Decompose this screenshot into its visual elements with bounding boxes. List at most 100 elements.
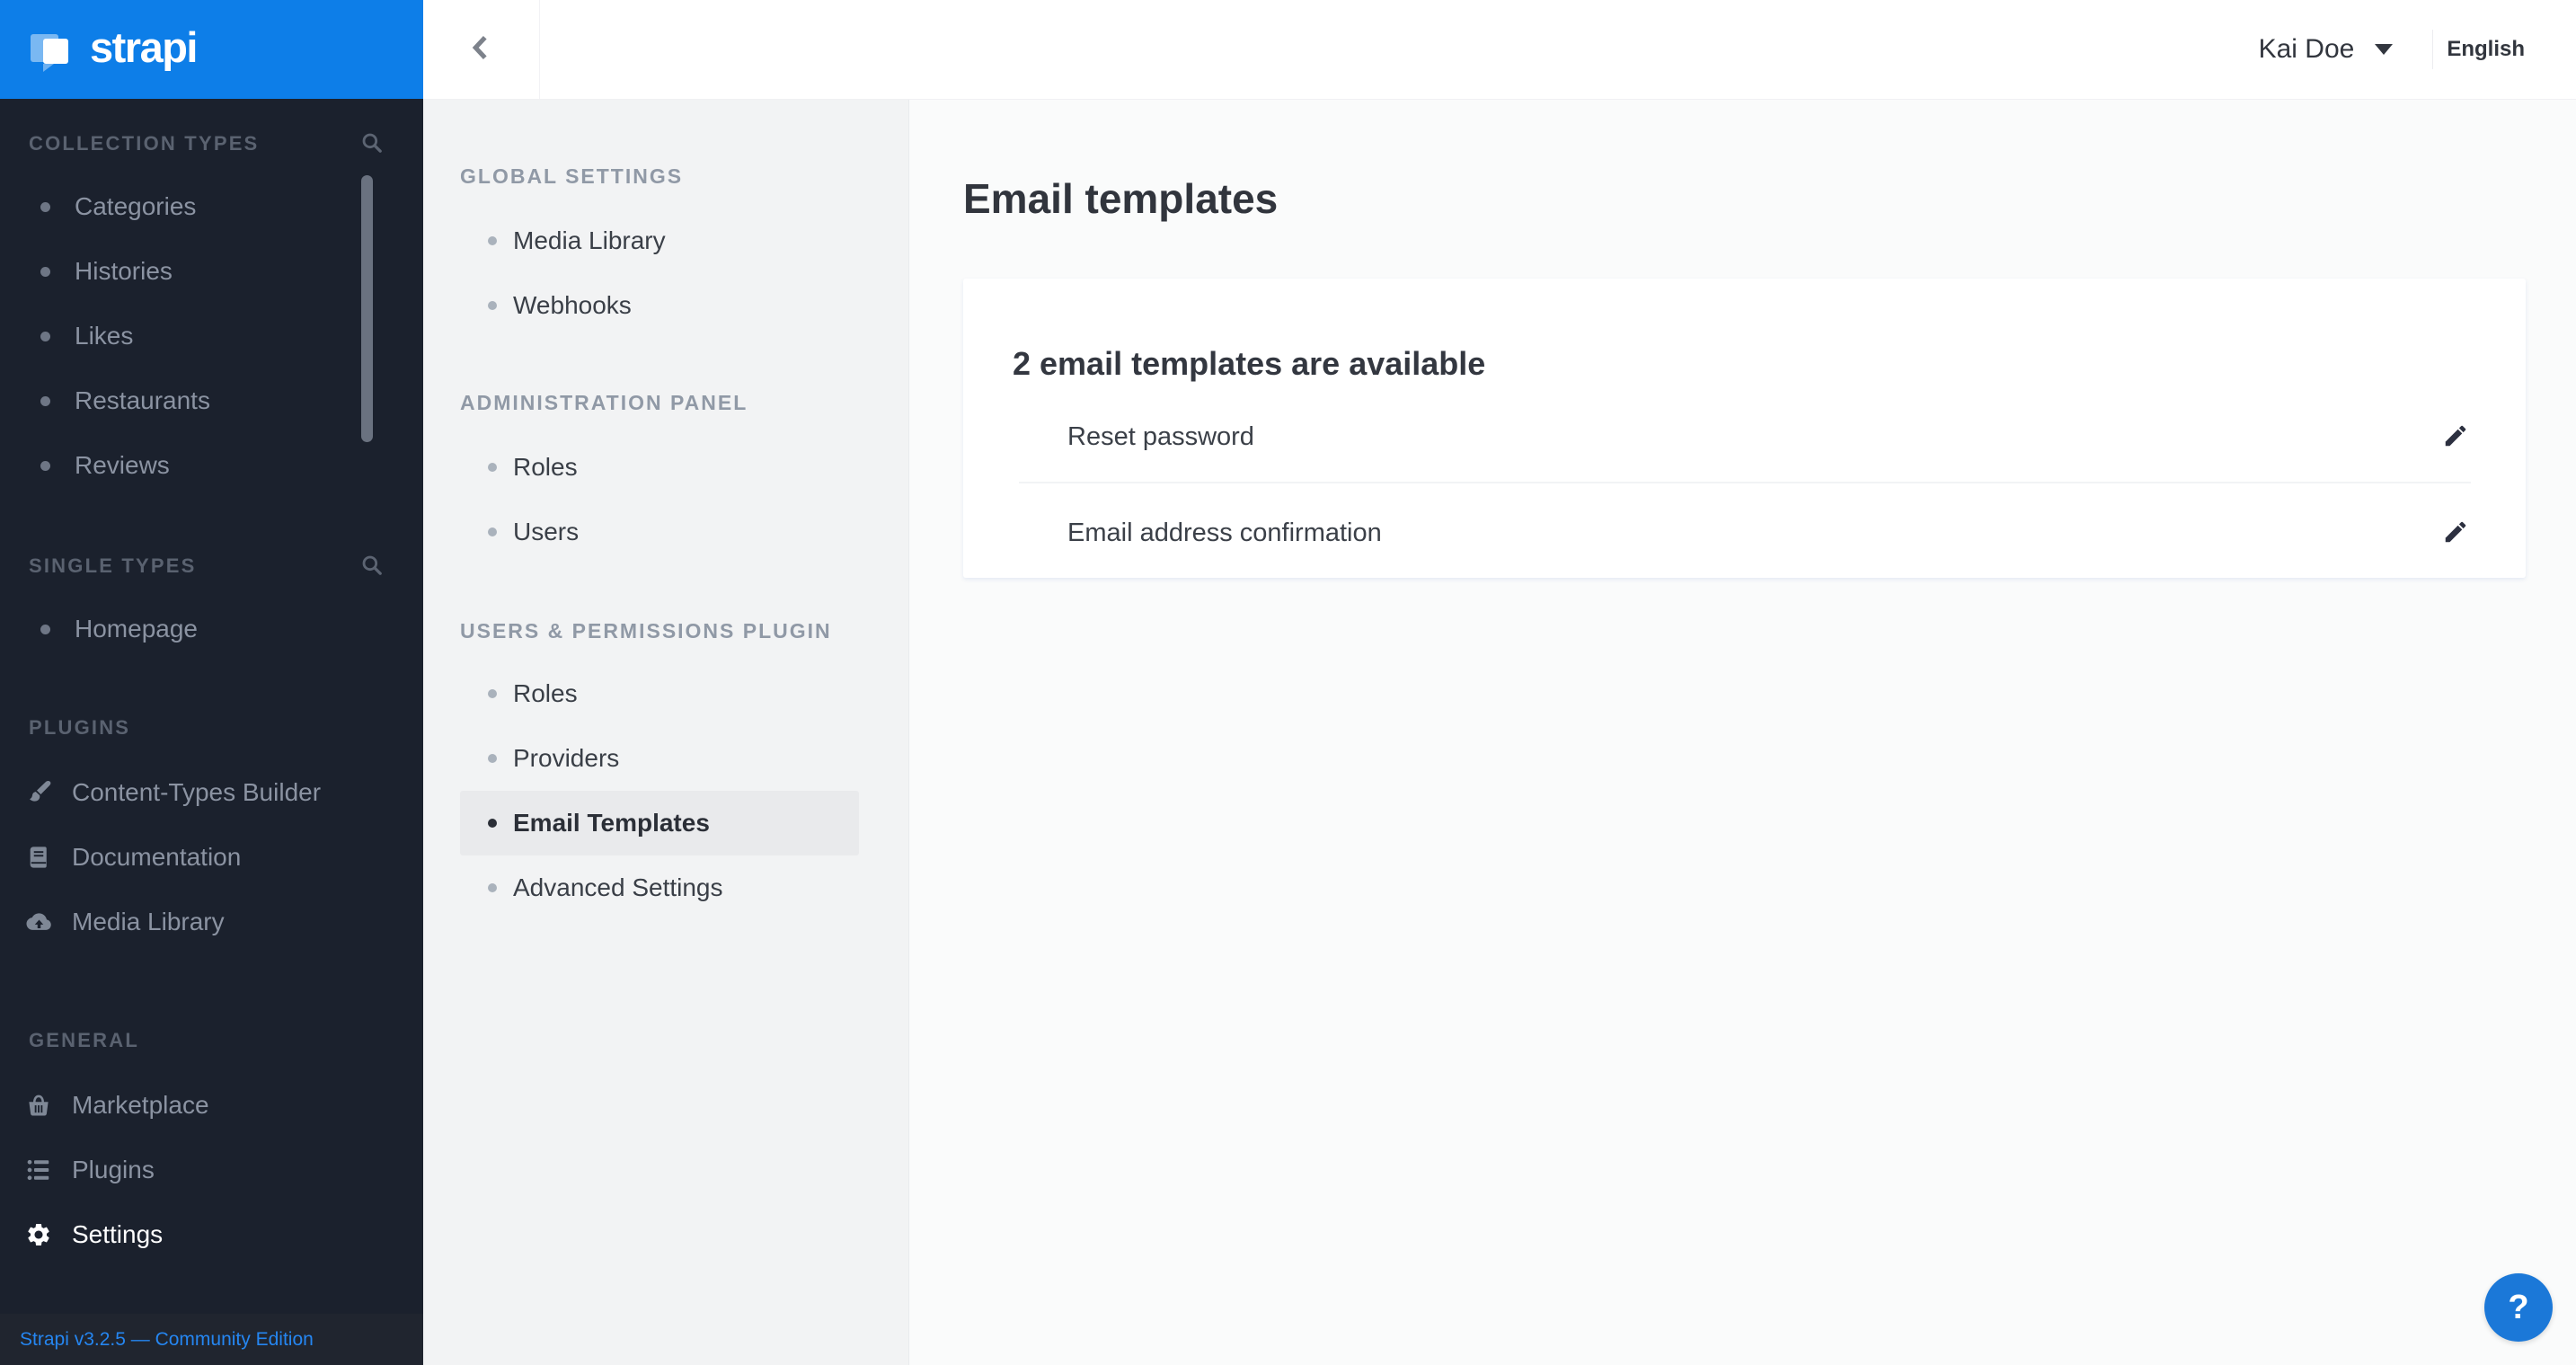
bullet-icon	[40, 331, 50, 341]
sidebar-item-content-types-builder[interactable]: Content-Types Builder	[0, 760, 423, 825]
bullet-icon	[40, 624, 50, 634]
sidebar-item-label: Marketplace	[72, 1091, 209, 1119]
sidebar-item-restaurants[interactable]: Restaurants	[0, 368, 423, 433]
bullet-icon	[488, 883, 497, 892]
settings-item-webhooks[interactable]: Webhooks	[460, 273, 859, 338]
settings-item-label: Media Library	[513, 226, 666, 254]
section-single-types: SINGLE TYPES	[0, 555, 423, 577]
pencil-icon	[2442, 422, 2469, 452]
sidebar-item-label: Histories	[75, 257, 173, 285]
bullet-icon	[488, 236, 497, 245]
bullet-icon	[488, 754, 497, 763]
topbar-divider	[2432, 30, 2434, 69]
sidebar-item-label: Reviews	[75, 451, 170, 479]
page-title: Email templates	[963, 174, 1279, 222]
settings-item-label: Providers	[513, 744, 620, 772]
edit-button[interactable]	[2436, 513, 2475, 553]
sidebar-item-marketplace[interactable]: Marketplace	[0, 1073, 423, 1138]
user-menu[interactable]: Kai Doe	[2259, 34, 2394, 65]
sidebar-item-histories[interactable]: Histories	[0, 239, 423, 304]
strapi-logo[interactable]: strapi	[0, 0, 423, 99]
sidebar-item-plugins[interactable]: Plugins	[0, 1138, 423, 1202]
settings-item-providers[interactable]: Providers	[460, 726, 859, 791]
back-button[interactable]	[423, 0, 540, 99]
cloud-upload-icon	[25, 909, 52, 935]
row-divider	[1019, 482, 2471, 483]
basket-icon	[25, 1092, 52, 1119]
sidebar-item-label: Documentation	[72, 843, 242, 871]
sidebar-item-label: Content-Types Builder	[72, 778, 322, 806]
settings-item-email-templates[interactable]: Email Templates	[460, 791, 859, 855]
language-button[interactable]: English	[2447, 37, 2525, 62]
settings-item-label: Email Templates	[513, 809, 710, 837]
strapi-admin-app: strapi COLLECTION TYPES Categories Histo…	[0, 0, 2576, 1365]
settings-item-label: Advanced Settings	[513, 873, 723, 901]
settings-item-label: Roles	[513, 679, 578, 707]
sidebar-item-categories[interactable]: Categories	[0, 174, 423, 239]
section-global-settings: GLOBAL SETTINGS	[460, 164, 684, 188]
search-icon[interactable]	[360, 554, 384, 581]
version-link[interactable]: Strapi v3.2.5 — Community Edition	[20, 1329, 314, 1351]
pencil-icon	[2442, 519, 2469, 548]
edit-button[interactable]	[2436, 417, 2475, 456]
main-content: Email templates 2 email templates are av…	[909, 100, 2576, 1365]
sidebar-item-settings[interactable]: Settings	[0, 1202, 423, 1267]
sidebar-footer: Strapi v3.2.5 — Community Edition	[0, 1314, 423, 1365]
sidebar-item-label: Media Library	[72, 908, 225, 935]
template-label: Reset password	[1067, 421, 1254, 451]
bullet-icon	[40, 395, 50, 406]
gear-icon	[25, 1221, 52, 1248]
sidebar-nav: COLLECTION TYPES Categories Histories Li…	[0, 99, 423, 1267]
chevron-down-icon	[2375, 44, 2394, 55]
section-administration-panel: ADMINISTRATION PANEL	[460, 391, 748, 414]
section-collection-types: COLLECTION TYPES	[0, 133, 423, 155]
search-icon[interactable]	[360, 131, 384, 159]
settings-item-roles-admin[interactable]: Roles	[460, 435, 859, 500]
template-row-email-confirmation[interactable]: Email address confirmation	[963, 488, 2526, 578]
settings-item-media-library[interactable]: Media Library	[460, 208, 859, 273]
sidebar-item-documentation[interactable]: Documentation	[0, 825, 423, 890]
bullet-icon	[488, 463, 497, 472]
strapi-logo-icon	[31, 34, 68, 72]
bullet-icon	[40, 266, 50, 277]
settings-item-label: Roles	[513, 453, 578, 481]
sidebar-item-reviews[interactable]: Reviews	[0, 433, 423, 498]
card-heading: 2 email templates are available	[1013, 344, 1486, 382]
chevron-left-icon	[465, 31, 498, 68]
sidebar-item-label: Restaurants	[75, 386, 210, 414]
book-icon	[25, 844, 52, 871]
sidebar-item-label: Settings	[72, 1220, 164, 1248]
sidebar-item-media-library[interactable]: Media Library	[0, 890, 423, 954]
bullet-icon	[488, 301, 497, 310]
sidebar-item-likes[interactable]: Likes	[0, 304, 423, 368]
bullet-icon	[488, 527, 497, 536]
section-title: GENERAL	[29, 1029, 139, 1051]
sidebar-item-label: Plugins	[72, 1156, 155, 1183]
settings-sidebar: GLOBAL SETTINGS Media Library Webhooks A…	[423, 99, 909, 1365]
section-plugins: PLUGINS	[0, 717, 423, 739]
settings-item-label: Webhooks	[513, 291, 632, 319]
section-title: SINGLE TYPES	[29, 554, 197, 577]
list-icon	[25, 1157, 52, 1183]
section-users-permissions-plugin: USERS & PERMISSIONS PLUGIN	[460, 619, 832, 643]
settings-item-label: Users	[513, 518, 580, 545]
bullet-icon	[40, 460, 50, 471]
user-name: Kai Doe	[2258, 34, 2355, 64]
settings-item-roles-up[interactable]: Roles	[460, 661, 859, 726]
main-sidebar: strapi COLLECTION TYPES Categories Histo…	[0, 0, 423, 1365]
bullet-icon	[488, 689, 497, 698]
sidebar-item-label: Likes	[75, 322, 134, 350]
sidebar-item-label: Homepage	[75, 615, 198, 643]
help-button[interactable]: ?	[2484, 1273, 2553, 1342]
topbar-right: Kai Doe English	[2259, 30, 2576, 69]
topbar: Kai Doe English	[423, 0, 2576, 100]
settings-item-users[interactable]: Users	[460, 500, 859, 564]
settings-item-advanced-settings[interactable]: Advanced Settings	[460, 855, 859, 920]
sidebar-scrollbar-thumb[interactable]	[361, 175, 373, 442]
email-templates-card: 2 email templates are available Reset pa…	[963, 279, 2526, 578]
logo-wordmark: strapi	[90, 22, 199, 71]
sidebar-item-homepage[interactable]: Homepage	[0, 597, 423, 661]
paintbrush-icon	[25, 779, 52, 806]
section-title: PLUGINS	[29, 716, 131, 739]
template-row-reset-password[interactable]: Reset password	[963, 392, 2526, 482]
